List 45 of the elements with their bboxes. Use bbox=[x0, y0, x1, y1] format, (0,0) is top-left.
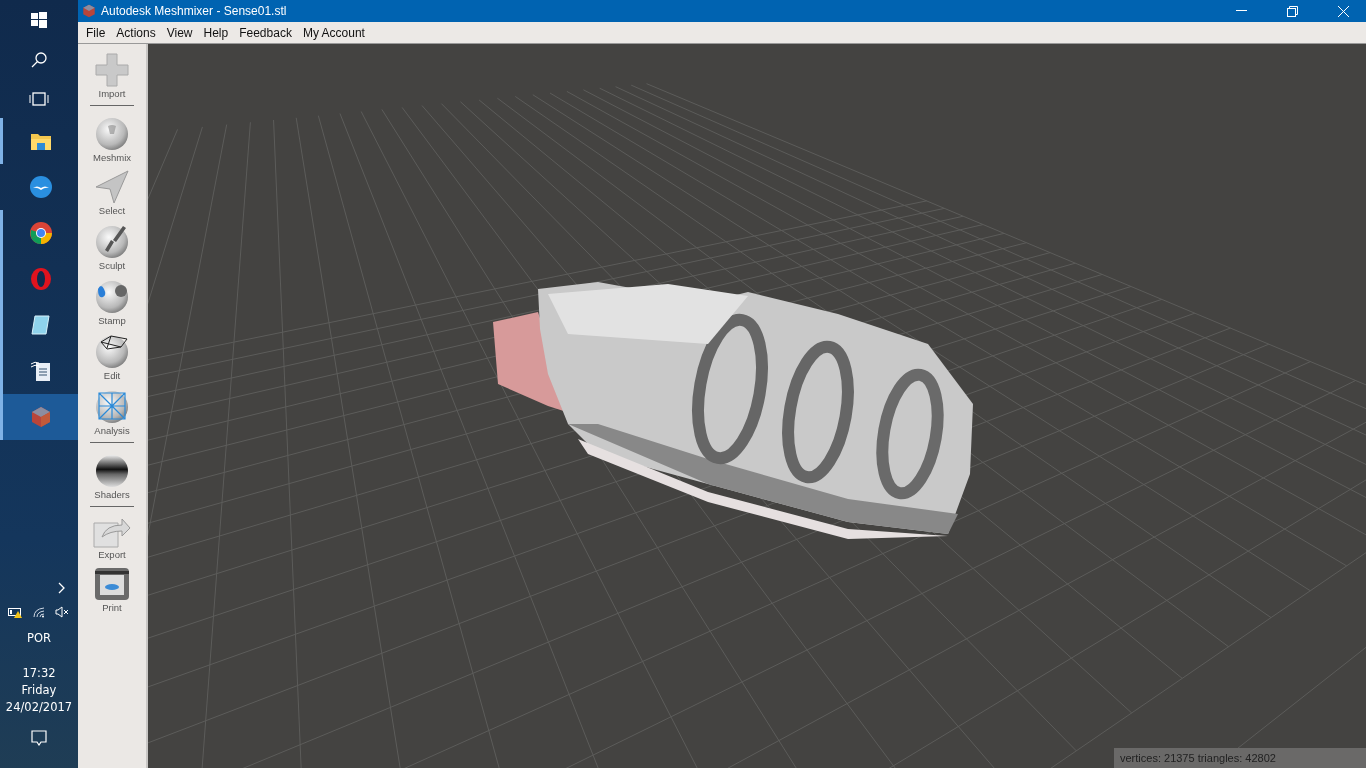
clock-time[interactable]: 17:32 bbox=[22, 665, 56, 682]
pointer-arrow-icon bbox=[94, 169, 130, 205]
task-view-icon bbox=[29, 91, 49, 106]
search-icon bbox=[31, 51, 47, 68]
minimize-icon bbox=[1235, 10, 1247, 12]
tool-button[interactable]: Import bbox=[94, 52, 130, 99]
plus-icon bbox=[94, 52, 130, 88]
muted-speaker-icon[interactable] bbox=[55, 606, 70, 618]
tool-button[interactable]: Shaders bbox=[93, 451, 131, 500]
battery-warning-icon[interactable] bbox=[8, 605, 23, 619]
ring-icon bbox=[29, 267, 52, 291]
menu-item[interactable]: View bbox=[162, 25, 200, 40]
restore-icon bbox=[1286, 5, 1298, 17]
menu-item[interactable]: My Account bbox=[298, 25, 372, 40]
printer-icon bbox=[93, 566, 131, 602]
chevron-right-icon[interactable] bbox=[58, 582, 66, 594]
gem-icon bbox=[29, 406, 52, 428]
clock-date[interactable]: 24/02/2017 bbox=[5, 699, 73, 716]
tool-button[interactable]: Analysis bbox=[93, 387, 131, 436]
menu-item[interactable]: Feedback bbox=[235, 25, 299, 40]
menu-item[interactable]: File bbox=[82, 25, 113, 40]
tool-button[interactable]: Edit bbox=[93, 332, 131, 381]
gem-icon bbox=[82, 4, 96, 18]
menu-item[interactable]: Actions bbox=[112, 25, 163, 40]
tool-button[interactable]: Sculpt bbox=[93, 222, 131, 271]
windows-icon bbox=[31, 12, 47, 28]
close-icon bbox=[1337, 5, 1349, 17]
bird-icon bbox=[28, 175, 53, 199]
sphere-icon bbox=[93, 332, 131, 370]
tool-button[interactable]: Export bbox=[92, 515, 132, 560]
tool-button[interactable]: Select bbox=[94, 169, 130, 216]
clock-day[interactable]: Friday bbox=[21, 682, 57, 699]
document-icon bbox=[29, 359, 52, 383]
mesh-statistics-label: vertices: 21375 triangles: 42802 bbox=[1114, 748, 1366, 768]
notepad-icon bbox=[29, 314, 52, 336]
tool-button[interactable]: Print bbox=[93, 566, 131, 613]
folder-icon bbox=[29, 131, 52, 151]
menu-item[interactable]: Help bbox=[199, 25, 236, 40]
tool-button[interactable]: Stamp bbox=[93, 277, 131, 326]
wifi-icon[interactable] bbox=[32, 606, 46, 618]
round-app-icon bbox=[28, 221, 53, 245]
notification-icon[interactable] bbox=[31, 730, 47, 746]
language-indicator[interactable]: POR bbox=[0, 630, 78, 647]
window-title: Autodesk Meshmixer - Sense01.stl bbox=[101, 4, 287, 18]
tool-button[interactable]: Meshmix bbox=[93, 114, 131, 163]
